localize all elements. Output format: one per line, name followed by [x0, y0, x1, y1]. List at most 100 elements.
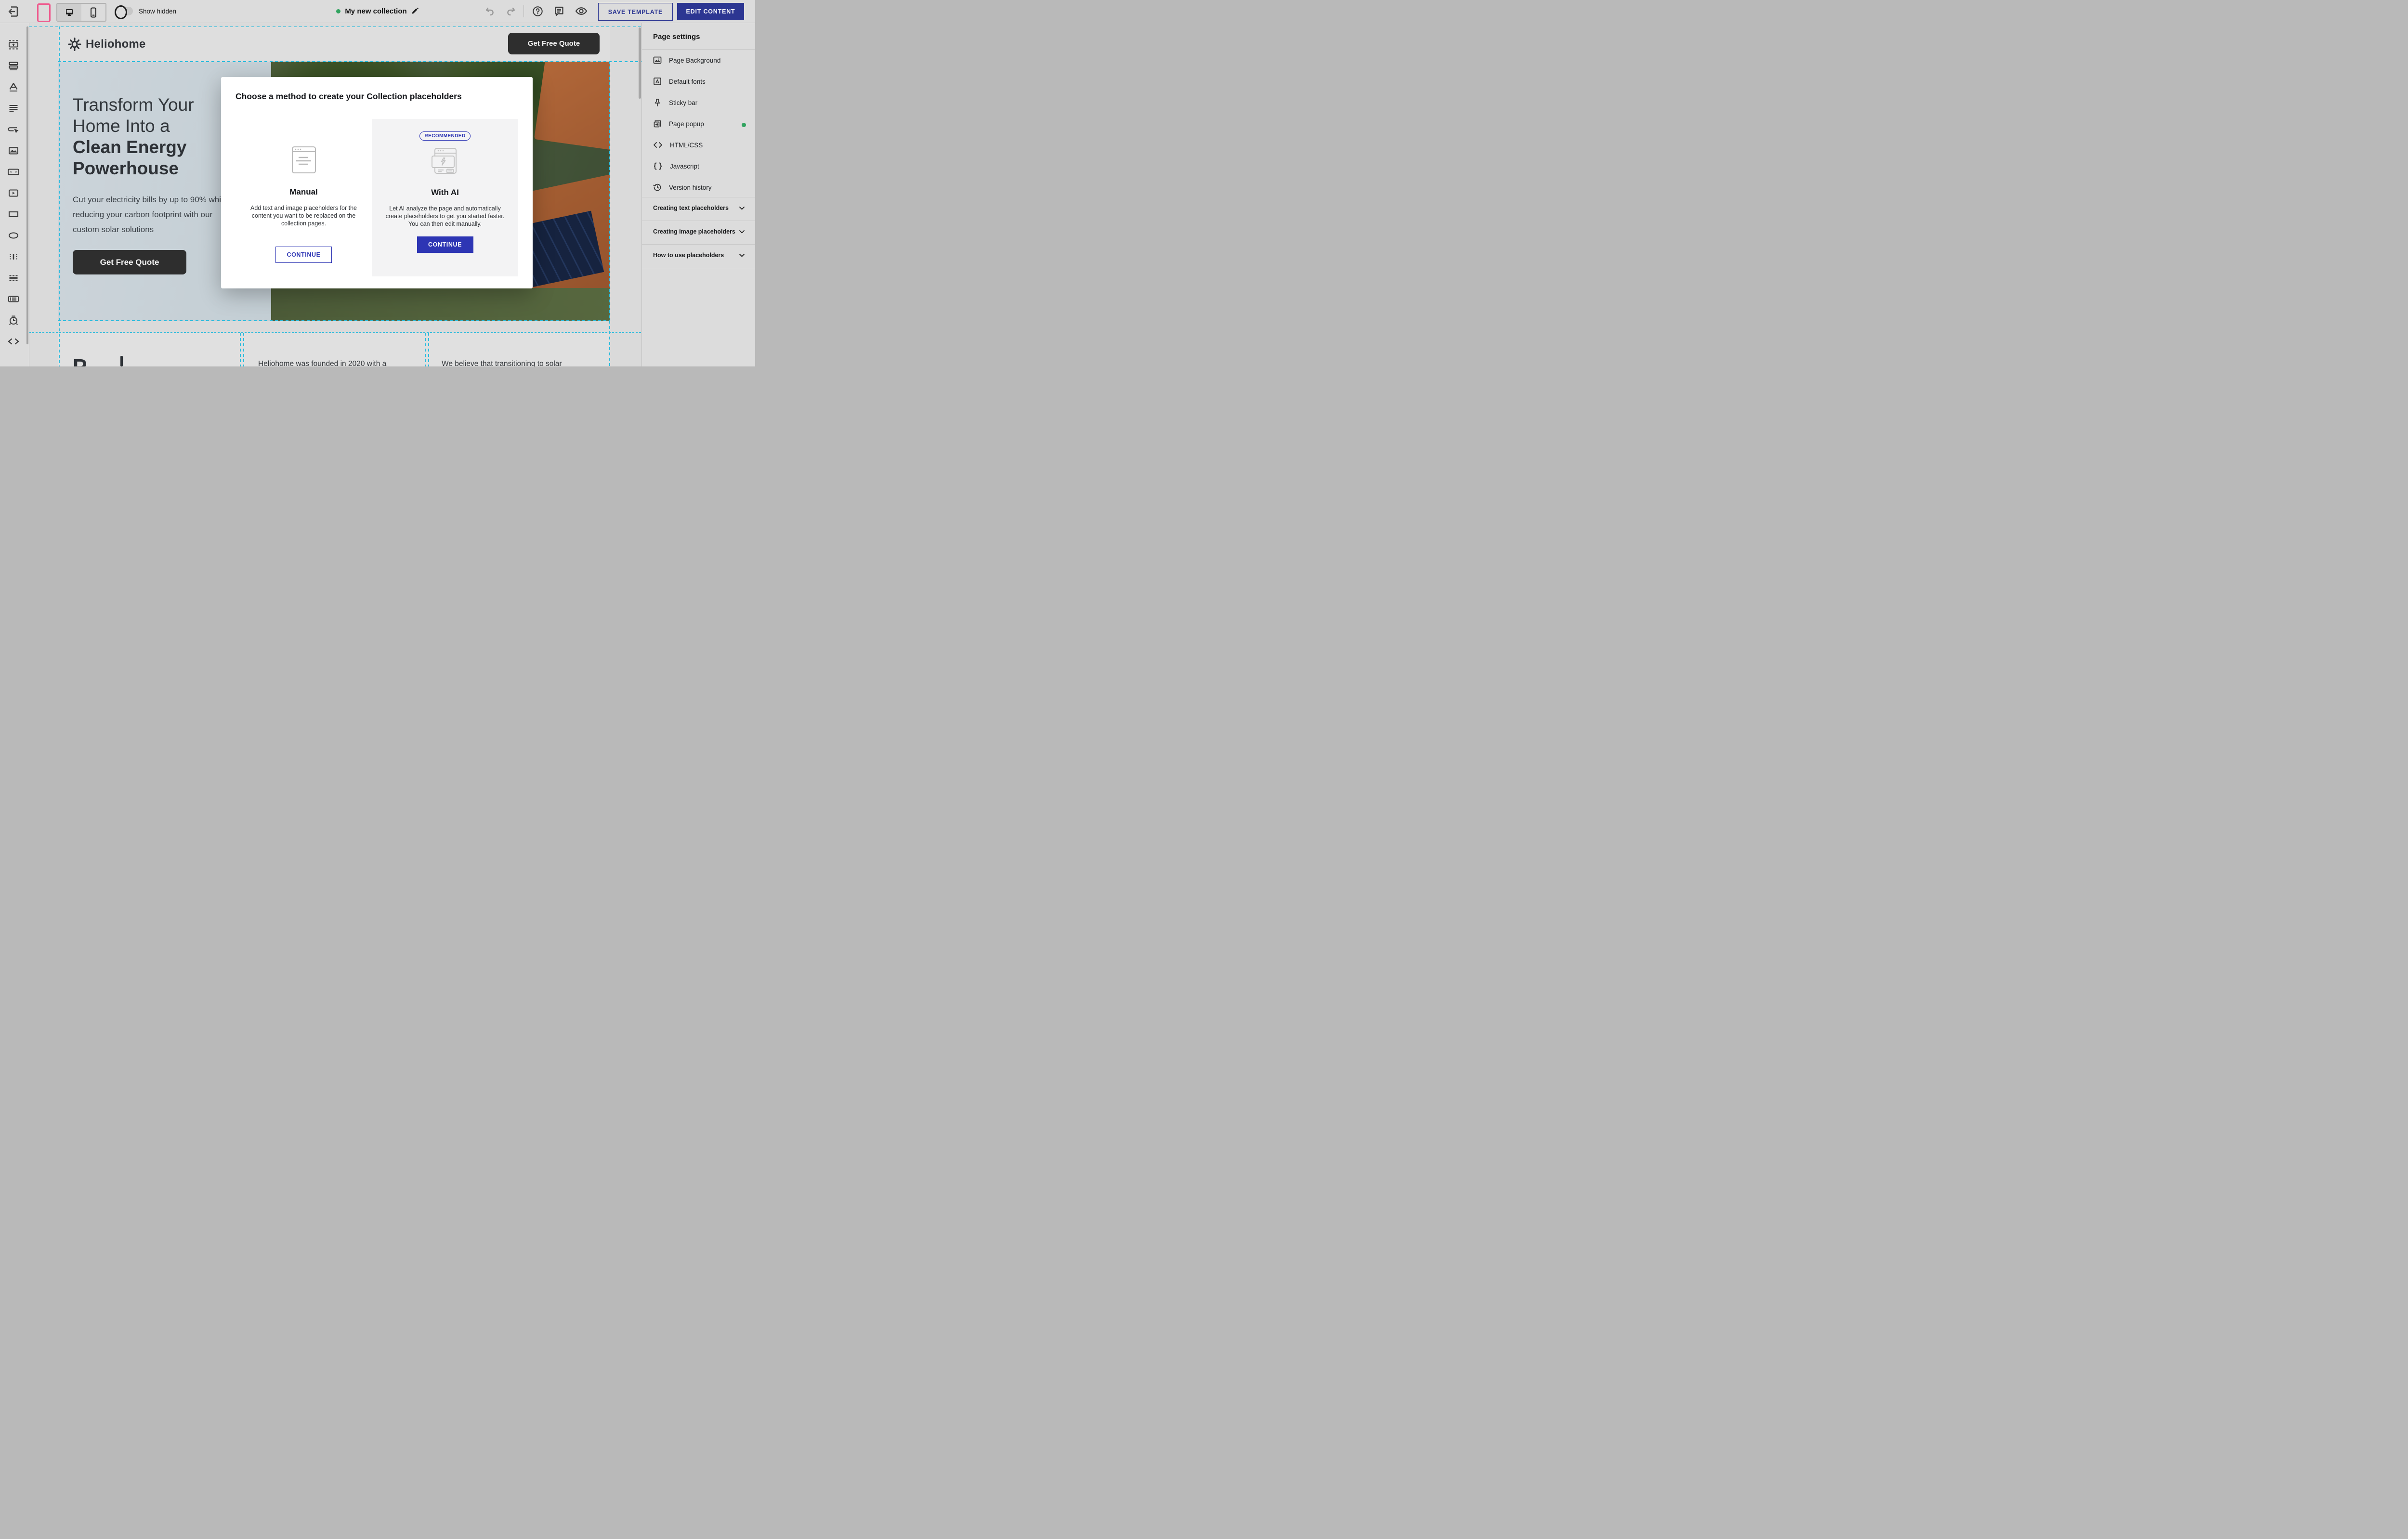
braces-icon: [653, 162, 663, 170]
page-title: My new collection: [345, 7, 406, 15]
ai-option-card[interactable]: RECOMMENDED With AI Let AI analyze the p: [372, 119, 518, 276]
font-icon: [653, 77, 662, 86]
ai-continue-button[interactable]: CONTINUE: [417, 236, 473, 253]
rectangle-tool[interactable]: [7, 208, 20, 221]
ai-option-description: Let AI analyze the page and automaticall…: [383, 205, 507, 228]
countdown-tool[interactable]: [7, 313, 20, 327]
sun-logo-icon: [67, 37, 82, 52]
video-tool[interactable]: [7, 186, 20, 200]
ellipse-tool[interactable]: [7, 229, 20, 242]
code-icon: [653, 141, 663, 149]
preview-button[interactable]: [575, 5, 588, 17]
horizontal-divider-icon: [8, 272, 19, 284]
section-stack-icon: [8, 60, 19, 72]
show-hidden-toggle[interactable]: [115, 6, 134, 16]
modal-options: Manual Add text and image placeholders f…: [236, 119, 518, 276]
show-hidden-label: Show hidden: [139, 8, 176, 15]
manual-continue-button[interactable]: CONTINUE: [275, 247, 332, 263]
help-icon: [532, 6, 543, 17]
paragraph-tool[interactable]: [7, 102, 20, 115]
panel-item-javascript[interactable]: Javascript: [653, 161, 699, 171]
ai-option-heading: With AI: [431, 188, 459, 197]
code-tool-icon: [7, 336, 20, 347]
elements-sidebar: [0, 23, 29, 366]
site-header-section[interactable]: Heliohome Get Free Quote: [58, 27, 610, 62]
help-button[interactable]: [532, 5, 543, 17]
about-paragraph: We believe that transitioning to solar: [442, 360, 562, 366]
image-tool[interactable]: [7, 144, 20, 157]
canvas-scrollbar[interactable]: [639, 27, 641, 99]
sidebar-scrollbar[interactable]: [26, 26, 28, 344]
horizontal-divider-tool[interactable]: [7, 271, 20, 285]
guide-line-vertical: [59, 26, 60, 366]
section-creating-image-placeholders[interactable]: Creating image placeholders: [653, 228, 745, 235]
vertical-divider-icon: [8, 251, 19, 262]
eye-icon: [575, 6, 588, 16]
clipped-letter-ascender: [120, 356, 123, 366]
top-toolbar: Show hidden My new collection: [0, 0, 755, 23]
sticky-bar-active-dot: [742, 123, 746, 127]
form-tool[interactable]: [7, 292, 20, 306]
add-section-icon: [8, 39, 19, 51]
section-creating-text-placeholders[interactable]: Creating text placeholders: [653, 205, 745, 211]
recommended-badge: RECOMMENDED: [419, 131, 471, 141]
panel-item-version-history[interactable]: Version history: [653, 183, 712, 192]
panel-item-html-css[interactable]: HTML/CSS: [653, 140, 703, 150]
button-tool[interactable]: [7, 123, 20, 136]
site-logo[interactable]: Heliohome: [67, 37, 145, 52]
saved-status-dot: [336, 9, 340, 13]
comments-button[interactable]: [553, 5, 565, 17]
rename-pencil-icon[interactable]: [411, 8, 419, 15]
save-template-button[interactable]: SAVE TEMPLATE: [598, 3, 673, 21]
guide-line-vertical: [425, 333, 426, 366]
redo-button[interactable]: [506, 6, 516, 17]
panel-item-page-popup[interactable]: Page popup: [653, 119, 704, 129]
add-section-tool[interactable]: [7, 38, 20, 52]
rectangle-tool-icon: [8, 209, 19, 220]
button-tool-icon: [7, 124, 20, 135]
edit-content-button[interactable]: EDIT CONTENT: [677, 3, 744, 20]
frame-tool-icon[interactable]: [37, 3, 51, 22]
panel-divider: [642, 244, 755, 245]
slider-tool[interactable]: [7, 165, 20, 179]
headline-tool[interactable]: [7, 80, 20, 94]
panel-item-page-background[interactable]: Page Background: [653, 55, 720, 65]
panel-item-sticky-bar[interactable]: Sticky bar: [653, 98, 697, 107]
manual-option-heading: Manual: [289, 187, 318, 197]
undo-button[interactable]: [484, 6, 495, 17]
collection-placeholders-modal: Choose a method to create your Collectio…: [221, 77, 533, 288]
image-tool-icon: [8, 145, 19, 157]
guide-line-vertical: [428, 333, 429, 366]
desktop-view-button[interactable]: [57, 4, 81, 21]
panel-item-default-fonts[interactable]: Default fonts: [653, 77, 706, 86]
hero-cta-button[interactable]: Get Free Quote: [73, 250, 186, 274]
form-tool-icon: [7, 293, 20, 305]
guide-line-horizontal: [58, 61, 641, 62]
paragraph-icon: [8, 103, 19, 114]
mobile-view-button[interactable]: [81, 4, 105, 21]
comment-icon: [554, 6, 564, 17]
exit-editor-button[interactable]: [7, 5, 20, 18]
device-preview-toggle: [56, 3, 106, 22]
undo-icon: [485, 7, 495, 16]
about-paragraph: Heliohome was founded in 2020 with a: [258, 360, 386, 366]
ellipse-tool-icon: [8, 230, 19, 241]
about-heading-partial: P: [73, 355, 87, 366]
exit-icon: [8, 5, 19, 18]
guide-line-horizontal: [29, 332, 641, 333]
modal-title: Choose a method to create your Collectio…: [236, 91, 462, 102]
site-header-cta-button[interactable]: Get Free Quote: [508, 33, 600, 54]
section-how-to-use-placeholders[interactable]: How to use placeholders: [653, 252, 745, 259]
browser-window-icon: [291, 146, 316, 174]
about-section[interactable]: P Heliohome was founded in 2020 with a W…: [58, 333, 610, 366]
chevron-down-icon: [739, 230, 745, 234]
manual-option-card[interactable]: Manual Add text and image placeholders f…: [236, 119, 372, 276]
chevron-down-icon: [739, 207, 745, 210]
vertical-divider-tool[interactable]: [7, 250, 20, 263]
html-code-tool[interactable]: [7, 335, 20, 348]
show-hidden-control: Show hidden: [115, 6, 176, 16]
desktop-icon: [65, 8, 74, 17]
section-stack-tool[interactable]: [7, 59, 20, 73]
redo-icon: [506, 7, 516, 16]
guide-line-vertical: [609, 61, 610, 366]
